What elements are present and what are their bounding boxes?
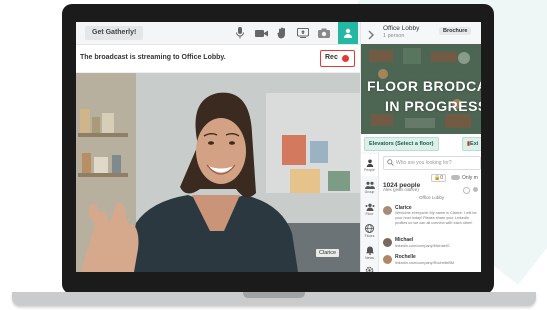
room-header: Office Lobby 1 person Brochure <box>361 22 481 45</box>
get-gatherly-button[interactable]: Get Gatherly! <box>85 26 144 40</box>
nav-label: People <box>364 168 375 172</box>
search-placeholder: Who are you looking for? <box>396 160 452 166</box>
bell-icon <box>365 246 374 255</box>
avatar <box>383 255 392 264</box>
camera-icon[interactable] <box>316 25 332 41</box>
globe-icon <box>365 224 374 233</box>
room-person-count: 1 person <box>383 33 405 39</box>
nav-people[interactable]: People <box>361 154 378 176</box>
person-icon <box>366 159 373 167</box>
people-summary: 1024 people 🔒0 Only m <box>383 174 479 189</box>
nav-news[interactable]: News <box>361 242 378 264</box>
people-search[interactable]: Who are you looking for? <box>383 156 481 170</box>
brochure-button[interactable]: Brochure <box>439 27 472 35</box>
nav-group[interactable]: Group <box>361 176 378 198</box>
nav-settings[interactable] <box>361 262 378 272</box>
video-frame-image <box>76 73 360 272</box>
avatar <box>383 206 392 215</box>
chat-message: Rochelle linkedin.com/company/RochelleBM <box>383 254 479 270</box>
side-navigation: People Group Floor Floors News <box>361 152 379 272</box>
person-icon[interactable] <box>338 22 358 44</box>
floor-broadcast-title: FLOOR BRODCA <box>367 78 481 94</box>
nav-label: News <box>365 256 374 260</box>
right-panel: Office Lobby 1 person Brochure FLOOR BRO… <box>360 22 481 272</box>
message-text: linkedin.com/company/MichaelG <box>395 244 450 248</box>
search-icon <box>387 159 394 166</box>
location-label: Office Lobby <box>419 195 445 200</box>
chat-message: Clarice Welcome everyone! My name is Cla… <box>383 205 479 235</box>
message-text: Welcome everyone! My name is Clarice. I … <box>395 211 477 225</box>
status-dot-icon <box>473 187 478 192</box>
elevators-button[interactable]: Elevators (Select a floor) <box>364 137 439 151</box>
record-label: Rec <box>325 54 338 61</box>
nav-floors[interactable]: Floors <box>361 220 378 242</box>
info-icon[interactable] <box>463 187 470 194</box>
room-title: Office Lobby <box>383 25 420 32</box>
record-button[interactable]: Rec <box>320 50 355 67</box>
chat-message: Michael linkedin.com/company/MichaelG <box>383 237 479 251</box>
video-camera-icon[interactable] <box>253 25 269 41</box>
gear-icon <box>365 266 374 272</box>
participant-name-tag: Clarice <box>316 249 340 257</box>
screen-share-icon[interactable] <box>295 25 311 41</box>
only-toggle[interactable] <box>451 175 460 180</box>
laptop-notch <box>243 292 305 298</box>
message-author: Michael <box>395 237 414 243</box>
exit-button[interactable]: ▮Exi <box>462 137 481 151</box>
exit-label: Exi <box>470 141 479 147</box>
nav-floor[interactable]: Floor <box>361 198 378 220</box>
broadcast-banner: The broadcast is streaming to Office Lob… <box>76 45 360 73</box>
group-icon <box>364 181 375 189</box>
floor-broadcast-status: IN PROGRESS <box>385 98 481 114</box>
message-author: Rochelle <box>395 254 416 260</box>
avatar <box>383 238 392 247</box>
toggle-label: Only m <box>462 175 478 181</box>
top-toolbar: Get Gatherly! <box>76 22 360 45</box>
nav-label: Floor <box>365 212 374 216</box>
floor-icon <box>365 203 374 211</box>
broadcast-message: The broadcast is streaming to Office Lob… <box>80 54 226 61</box>
people-badge: 🔒0 <box>431 174 447 182</box>
message-text: linkedin.com/company/RochelleBM <box>395 261 455 265</box>
nav-label: Group <box>364 190 375 194</box>
elevator-bar: Elevators (Select a floor) ▮Exi <box>361 136 481 151</box>
record-dot-icon <box>342 55 349 62</box>
app-screen: Get Gatherly! The broadcast is streaming… <box>76 22 481 272</box>
member-line: Alex (jean clarice) <box>383 187 419 192</box>
nav-label: Floors <box>364 234 375 238</box>
mic-icon[interactable] <box>232 25 248 41</box>
chevron-right-icon[interactable] <box>367 27 375 45</box>
floor-map[interactable]: FLOOR BRODCA IN PROGRESS <box>361 44 481 134</box>
hand-raise-icon[interactable] <box>274 25 290 41</box>
video-feed[interactable]: Clarice <box>76 73 360 272</box>
